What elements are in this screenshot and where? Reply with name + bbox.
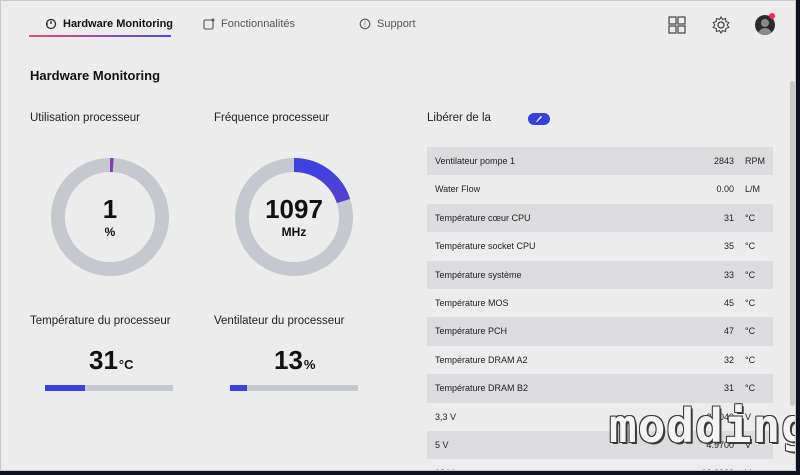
sensor-value: 32 [723,354,734,365]
cpu-usage-gauge: 1 % [50,157,170,277]
active-tab-indicator [29,35,171,37]
sensor-row: Température socket CPU 35 °C [427,232,773,260]
cpu-fan-value: 13 [274,345,303,375]
sensor-name: Température MOS [435,297,509,308]
cpu-fan-bar-fill [230,385,247,391]
sensor-value: 35 [723,241,734,252]
sensor-value: 31 [723,212,734,223]
sensor-value: 45 [723,297,734,308]
sensor-name: 12 V [435,468,454,470]
sensor-unit: L/M [745,184,761,195]
sensor-value: 33 [723,269,734,280]
sensor-unit: RPM [745,156,765,166]
sensor-row: Température DRAM A2 32 °C [427,346,773,374]
grid-icon[interactable] [667,15,687,35]
cpu-temp-bar [45,385,173,391]
sensor-name: 5 V [435,439,449,450]
sensor-unit: °C [745,269,756,280]
cpu-fan-bar [230,385,358,391]
rocket-icon [536,116,542,122]
cpu-freq-value: 1097 [265,194,323,224]
sensor-name: Température DRAM A2 [435,354,528,365]
cpu-fan-readout: 13% [274,345,315,376]
sensor-value: 2843 [713,156,734,166]
sensor-row: Température MOS 45 °C [427,289,773,317]
cpu-temp-title: Température du processeur [30,315,171,327]
monitor-icon [45,18,57,30]
sensor-row: Température cœur CPU 31 °C [427,203,773,233]
tab-features[interactable]: Fonctionnalités [203,11,295,37]
svg-text:!: ! [364,22,366,29]
cpu-temp-value: 31 [89,345,118,375]
sensor-row: 12 V 12.0960 V [427,459,773,470]
cpu-freq-title: Fréquence processeur [214,112,330,124]
cpu-usage-unit: % [104,225,116,239]
sensor-row: Température système 33 °C [427,260,773,289]
sensor-unit: °C [745,241,756,252]
watermark-logo: modding.fr [609,399,795,453]
tab-hardware-monitoring[interactable]: Hardware Monitoring [45,11,173,37]
cpu-fan-title: Ventilateur du processeur [214,315,345,327]
cpu-freq-gauge: 1097 MHz [234,157,354,277]
sensor-value: 0.00 [716,184,734,195]
sensor-name: Température DRAM B2 [435,383,529,394]
release-button[interactable] [528,113,550,125]
tab-support[interactable]: ! Support [359,11,416,37]
cpu-temp-unit: °C [118,357,134,372]
cpu-freq-unit: MHz [281,225,307,239]
cpu-fan-unit: % [303,357,316,372]
sensor-name: 3,3 V [435,411,457,422]
cpu-temp-readout: 31 °C [89,345,134,376]
sensor-value: 12.0960 [701,468,734,470]
tab-label: Fonctionnalités [221,18,295,30]
cpu-usage-value: 1 [102,194,118,224]
cpu-usage-title: Utilisation processeur [30,112,140,124]
tab-label: Support [377,18,416,30]
release-label: Libérer de la [427,112,491,124]
sensor-name: Température système [435,269,522,280]
sensor-name: Ventilateur pompe 1 [435,156,516,166]
app-window: Hardware Monitoring Fonctionnalités ! Su… [0,0,796,471]
sensor-unit: °C [745,354,756,365]
sensor-name: Température cœur CPU [435,212,531,223]
sensor-row: Ventilateur pompe 1 2843 RPM [427,147,773,176]
sensor-name: Water Flow [435,184,481,195]
sensor-value: 31 [723,383,734,394]
sensor-unit: °C [745,212,756,223]
sensor-name: Température socket CPU [435,241,536,252]
sensor-row: Température PCH 47 °C [427,317,773,346]
top-nav: Hardware Monitoring Fonctionnalités ! Su… [1,1,795,47]
features-icon [203,18,215,30]
notification-dot [769,13,775,19]
cpu-temp-bar-fill [45,385,85,391]
sensor-unit: V [745,468,751,470]
sensor-value: 47 [723,326,734,337]
sensor-unit: °C [745,326,756,337]
tab-label: Hardware Monitoring [63,18,174,30]
sensor-row: Water Flow 0.00 L/M [427,175,773,203]
sensor-unit: °C [745,297,756,308]
sensor-name: Température PCH [435,326,508,337]
support-icon: ! [359,18,371,30]
page-title: Hardware Monitoring [30,68,161,83]
scrollbar[interactable] [790,81,795,406]
settings-icon[interactable] [711,15,731,35]
sensor-unit: °C [745,383,756,394]
